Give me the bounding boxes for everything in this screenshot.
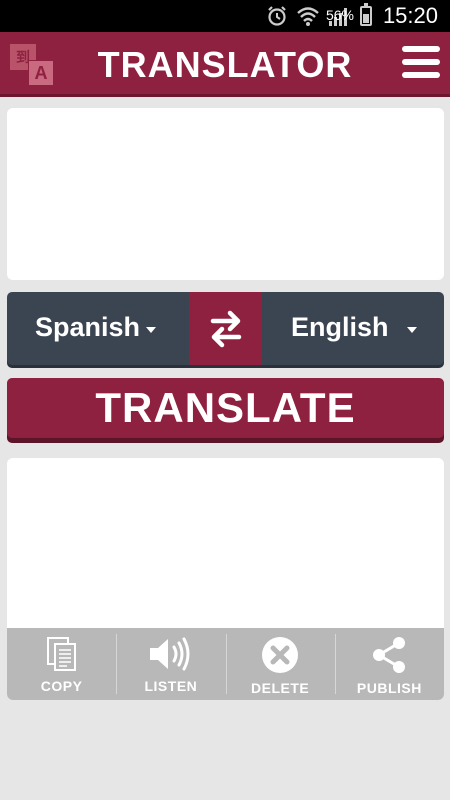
app-title: TRANSLATOR — [97, 44, 353, 85]
battery-icon — [360, 3, 372, 26]
output-actions-bar: COPY LISTEN DELETE PUBLISH — [7, 628, 444, 700]
delete-button[interactable]: DELETE — [225, 628, 335, 700]
copy-button[interactable]: COPY — [7, 628, 116, 700]
target-language-label: English — [291, 312, 389, 342]
source-language-dropdown[interactable]: Spanish — [35, 312, 157, 343]
logo-glyph-latin: A — [28, 60, 54, 86]
publish-button[interactable]: PUBLISH — [334, 628, 444, 700]
clock-time: 15:20 — [382, 3, 438, 28]
wifi-icon — [297, 7, 319, 26]
source-text-input[interactable] — [7, 108, 444, 280]
swap-languages-button[interactable] — [189, 292, 262, 365]
chevron-down-icon — [406, 326, 417, 333]
chevron-down-icon — [146, 326, 157, 333]
translation-output-text — [7, 458, 444, 478]
translator-logo-icon: 到 A — [10, 44, 56, 86]
listen-button[interactable]: LISTEN — [116, 628, 225, 700]
swap-arrows-icon — [210, 310, 241, 347]
translate-button[interactable]: TRANSLATE — [7, 378, 444, 438]
speaker-icon — [149, 637, 190, 671]
copy-icon — [46, 637, 76, 671]
translation-output: COPY LISTEN DELETE PUBLISH — [7, 458, 444, 700]
target-language-dropdown[interactable]: English — [291, 312, 417, 343]
battery-percent: 56% — [325, 7, 354, 23]
alarm-icon — [268, 6, 286, 26]
delete-label: DELETE — [251, 680, 310, 696]
source-language-label: Spanish — [35, 312, 141, 342]
copy-label: COPY — [40, 678, 83, 694]
status-bar: 56% 15:20 — [0, 0, 450, 32]
share-icon — [373, 637, 406, 673]
hamburger-menu-icon[interactable] — [402, 46, 440, 80]
language-selector-bar: Spanish English — [7, 292, 444, 365]
delete-icon — [262, 637, 299, 673]
listen-label: LISTEN — [144, 678, 198, 694]
publish-label: PUBLISH — [356, 680, 422, 696]
app-header: 到 A TRANSLATOR — [0, 32, 450, 94]
